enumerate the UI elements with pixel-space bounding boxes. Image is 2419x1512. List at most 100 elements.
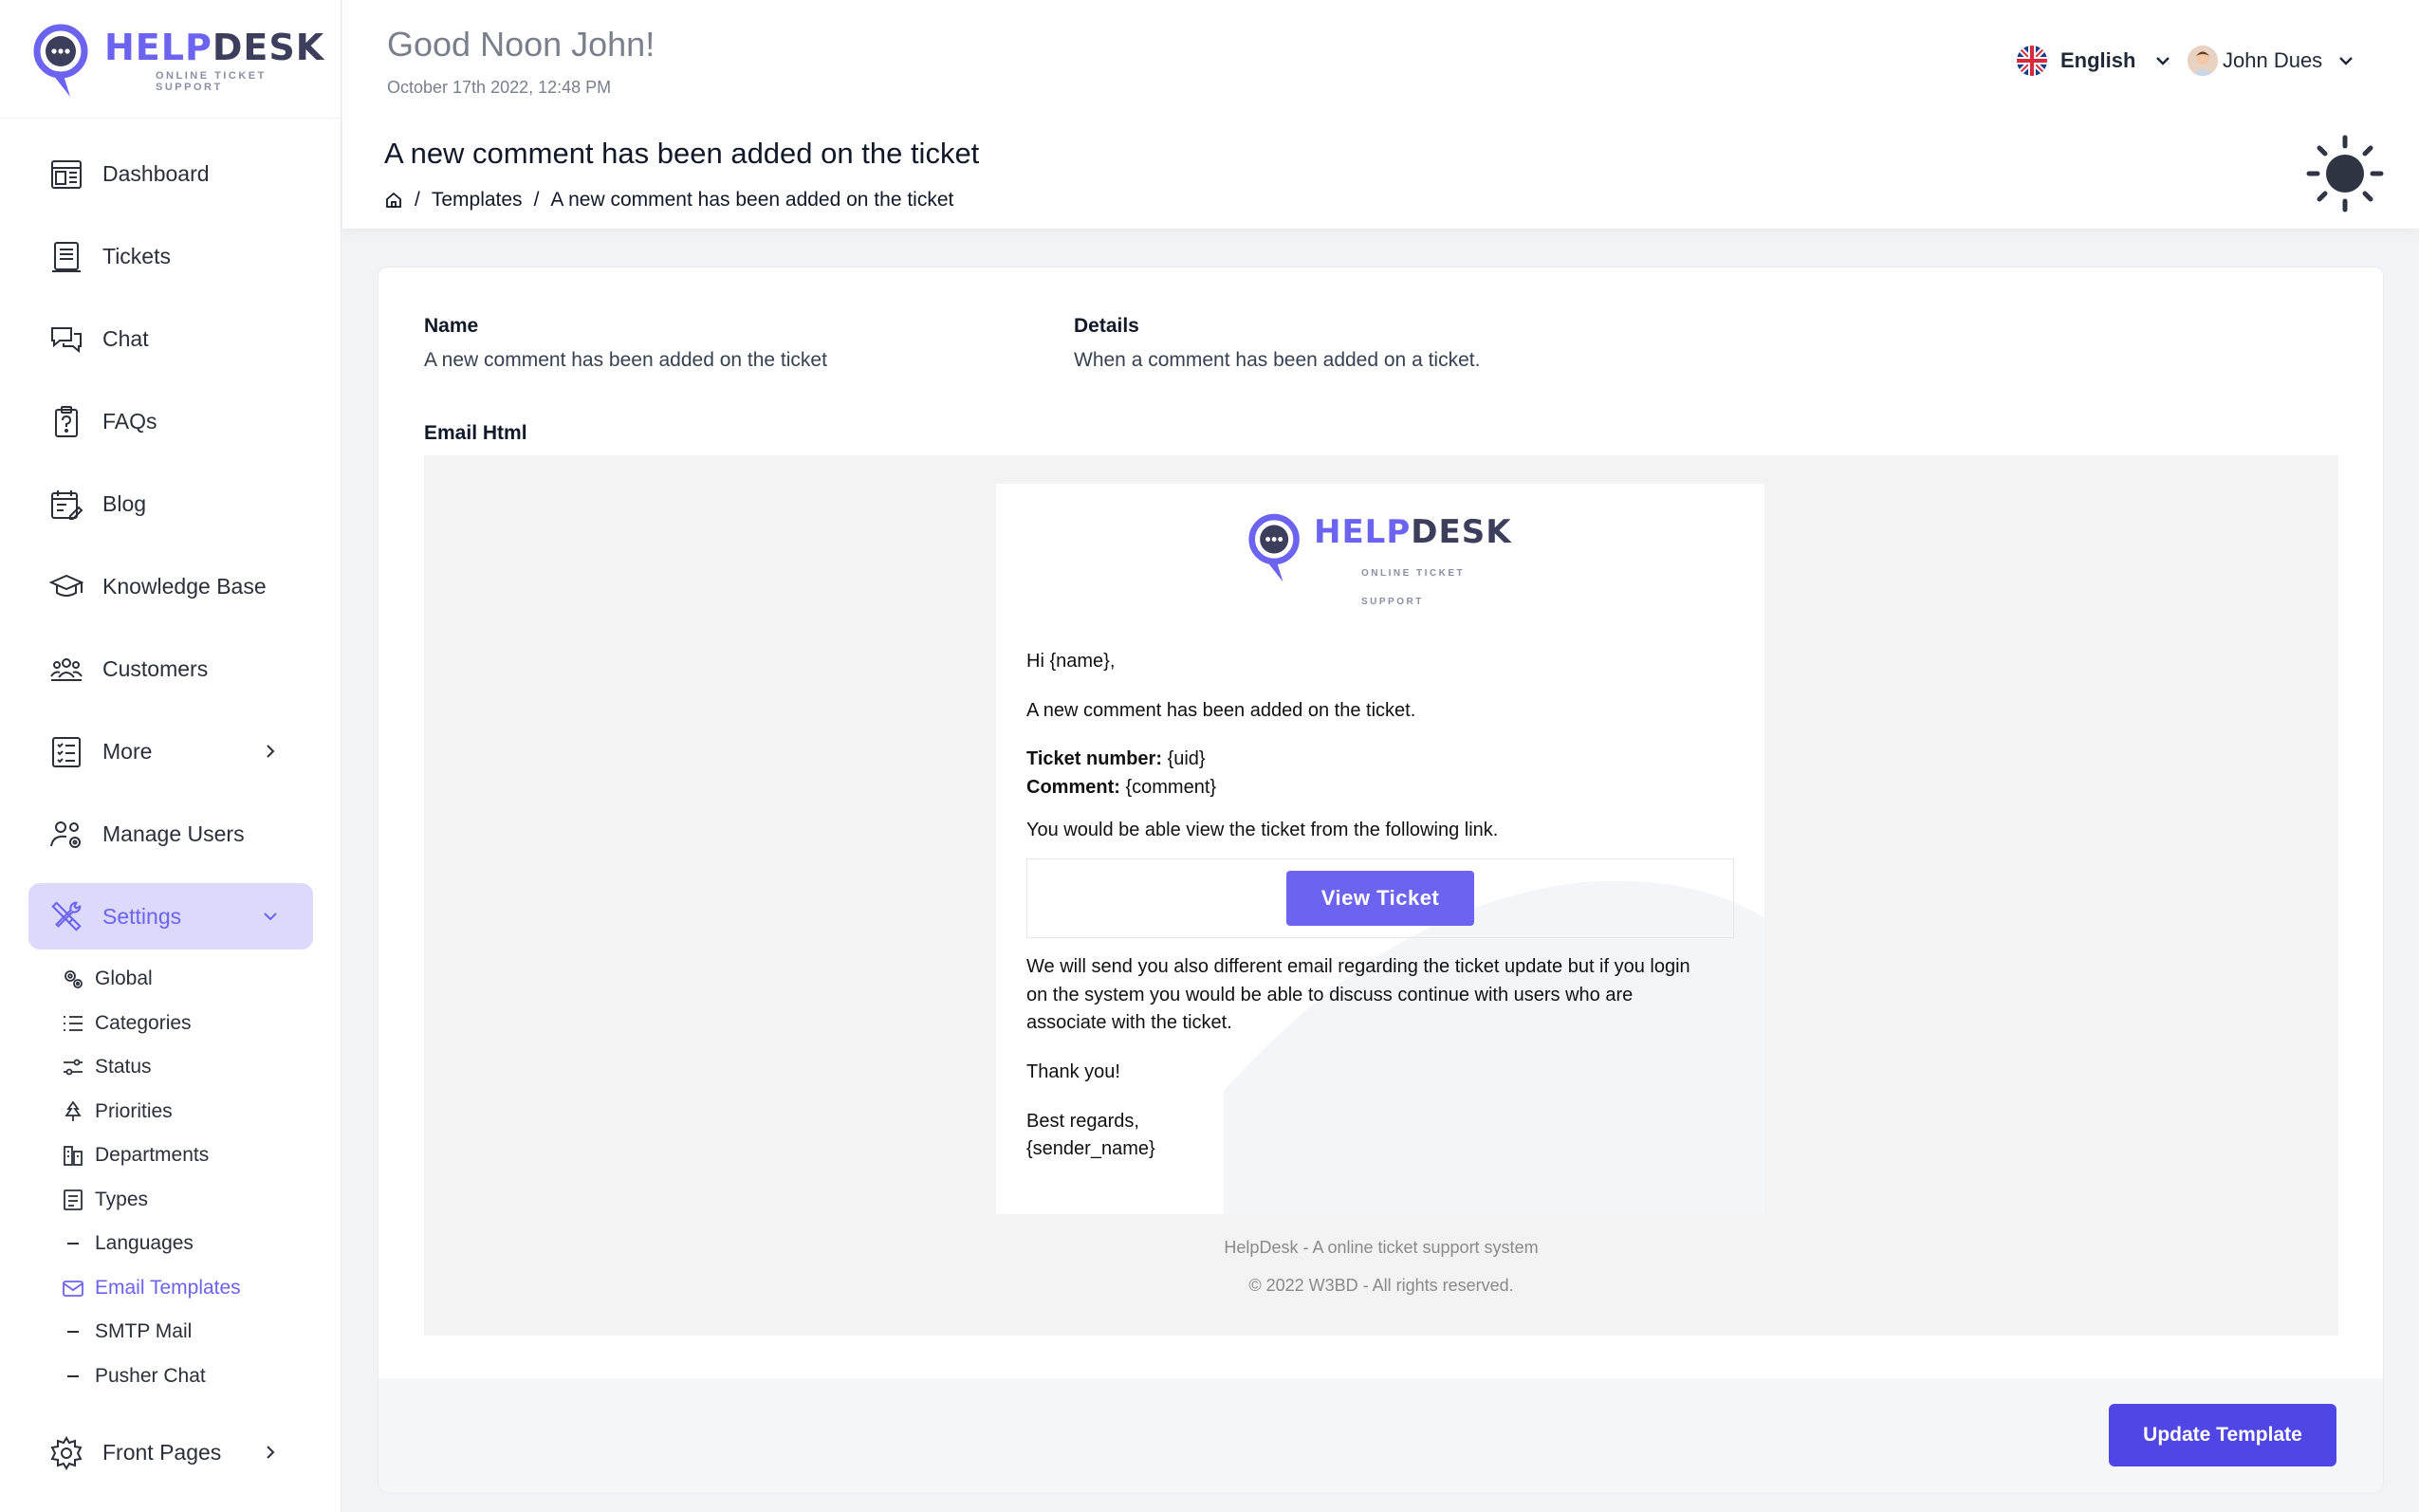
submenu-label: Categories [95,1011,192,1034]
chevron-right-icon [267,1446,275,1459]
email-intro: A new comment has been added on the tick… [1026,700,1416,721]
submenu-item-categories[interactable]: Categories [61,1002,313,1046]
blog-icon [49,488,83,522]
user-menu[interactable]: John Dues [2188,46,2356,76]
sidebar-item-label: More [102,739,153,764]
chat-bubble-logo-icon [33,24,88,97]
submenu-label: Pusher Chat [95,1364,206,1387]
submenu-label: Email Templates [95,1276,241,1299]
sidebar-item-label: Manage Users [102,821,245,846]
sidebar-item-label: Settings [102,903,182,929]
email-thanks: Thank you! [1026,1061,1120,1082]
language-selector[interactable]: English [2017,46,2173,76]
submenu-label: Status [95,1056,152,1079]
template-card: Name A new comment has been added on the… [378,267,2384,1492]
submenu-item-types[interactable]: Types [61,1178,313,1223]
sidebar-item-label: Tickets [102,244,171,268]
submenu-item-global[interactable]: Global [61,957,313,1002]
email-paragraph-line-3: associate with the ticket. [1026,1012,1232,1033]
tickets-icon [49,240,83,274]
brand-tagline: ONLINE TICKET SUPPORT [156,70,267,93]
sidebar-item-settings[interactable]: Settings [28,883,313,950]
greeting: Good Noon John! [387,25,656,64]
details-value: When a comment has been added on a ticke… [1074,349,1481,371]
gear-icon [49,1435,83,1470]
faq-icon [49,405,83,439]
home-icon[interactable] [384,191,403,210]
dashboard-icon [49,157,83,192]
email-paragraph-line-2: on the system you would be able to discu… [1026,985,1634,1005]
submenu-label: Departments [95,1144,210,1167]
brand-name: HELPDESK [104,27,325,68]
submenu-item-pusher-chat[interactable]: Pusher Chat [61,1355,313,1399]
sliders-icon [61,1055,85,1079]
sidebar-item-customers[interactable]: Customers [28,628,313,710]
submenu-label: Global [95,968,153,990]
page-header: A new comment has been added on the tick… [342,118,2419,229]
name-label: Name [424,315,479,337]
uk-flag-icon [2017,46,2047,76]
building-icon [61,1143,85,1168]
email-link-text: You would be able view the ticket from t… [1026,820,1499,840]
submenu-item-languages[interactable]: Languages [61,1222,313,1266]
sidebar-item-label: FAQs [102,409,157,433]
submenu-item-smtp-mail[interactable]: SMTP Mail [61,1310,313,1355]
submenu-label: SMTP Mail [95,1320,193,1343]
sidebar-item-label: Chat [102,326,149,351]
list-icon [49,735,83,769]
language-label: English [2060,48,2136,72]
ticket-number-label: Ticket number: [1026,748,1162,769]
sidebar-item-dashboard[interactable]: Dashboard [28,133,313,215]
chevron-down-icon [264,913,277,921]
list-icon [61,1011,85,1036]
theme-toggle-sun-icon[interactable] [2306,135,2384,212]
submenu-item-status[interactable]: Status [61,1045,313,1090]
chevron-right-icon [267,745,275,758]
email-brand-name: HELPDESK [1314,513,1512,551]
update-template-button[interactable]: Update Template [2109,1404,2336,1466]
chat-icon [49,323,83,357]
email-sender: {sender_name} [1026,1138,1155,1159]
sidebar: HELPDESK ONLINE TICKET SUPPORT Dashboard… [0,0,342,1512]
chat-bubble-logo-icon [1248,513,1300,582]
dash-icon [61,1319,85,1344]
settings-tools-icon [49,899,83,933]
email-ticket-line: Ticket number: {uid} [1026,745,1206,773]
breadcrumb-templates[interactable]: Templates [432,189,523,212]
comment-label: Comment: [1026,777,1120,798]
submenu-label: Languages [95,1232,194,1255]
divider [0,118,342,119]
email-html-preview[interactable]: HELPDESK ONLINE TICKET SUPPORT Hi {name}… [424,455,2338,1336]
sidebar-item-blog[interactable]: Blog [28,463,313,545]
sidebar-item-manage-users[interactable]: Manage Users [28,793,313,876]
sidebar-item-label: Dashboard [102,161,210,186]
submenu-item-email-templates[interactable]: Email Templates [61,1266,313,1311]
comment-value: {comment} [1125,777,1217,798]
dash-icon [61,1231,85,1256]
sidebar-item-knowledge-base[interactable]: Knowledge Base [28,545,313,628]
sidebar-item-chat[interactable]: Chat [28,298,313,380]
sidebar-item-more[interactable]: More [28,710,313,793]
brand-logo[interactable]: HELPDESK ONLINE TICKET SUPPORT [32,21,323,99]
dash-icon [61,1364,85,1389]
view-ticket-button[interactable]: View Ticket [1286,871,1474,926]
manage-users-icon [49,818,83,852]
email-greeting: Hi {name}, [1026,651,1116,672]
email-regards: Best regards, [1026,1111,1139,1132]
email-footer-line-2: © 2022 W3BD - All rights reserved. [1248,1276,1514,1295]
submenu-item-priorities[interactable]: Priorities [61,1090,313,1134]
customers-icon [49,653,83,687]
sidebar-nav: Dashboard Tickets Chat FAQs Blog Knowled… [28,133,313,1494]
sidebar-item-tickets[interactable]: Tickets [28,215,313,298]
email-footer-line-1: HelpDesk - A online ticket support syste… [1224,1238,1539,1257]
sidebar-item-faqs[interactable]: FAQs [28,380,313,463]
top-header: Good Noon John! October 17th 2022, 12:48… [342,0,2419,118]
sidebar-item-front-pages[interactable]: Front Pages [28,1411,313,1494]
chevron-down-icon [2156,57,2170,65]
sidebar-item-label: Customers [102,656,209,681]
page-title: A new comment has been added on the tick… [384,137,980,170]
breadcrumb-separator: / [415,189,420,211]
details-label: Details [1074,315,1139,337]
submenu-item-departments[interactable]: Departments [61,1134,313,1178]
sidebar-item-label: Knowledge Base [102,574,267,599]
